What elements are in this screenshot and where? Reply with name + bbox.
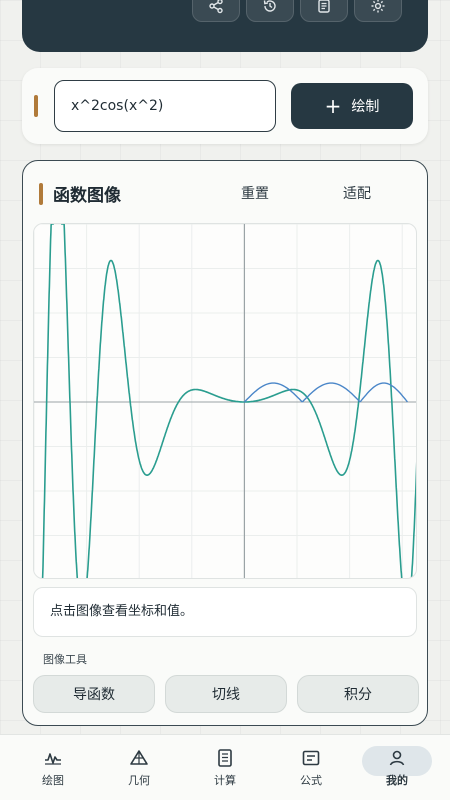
graph-card: 函数图像 重置 适配 点击图像查看坐标和值。 图像工具 导函数 切线 积分 — [22, 160, 428, 726]
list-icon — [218, 748, 232, 767]
nav-item-profile[interactable]: 我的 — [358, 740, 436, 796]
reset-button[interactable]: 重置 — [241, 183, 269, 203]
derivative-button[interactable]: 导函数 — [33, 675, 155, 713]
graph-tools: 导函数 切线 积分 — [33, 675, 419, 713]
nav-label: 绘图 — [42, 773, 64, 787]
settings-icon — [371, 0, 385, 13]
share-icon — [209, 0, 223, 14]
triangle-icon — [130, 749, 148, 765]
nav-item-formula[interactable]: 公式 — [272, 740, 350, 796]
bottom-navigation: 绘图 几何 计算 公式 我的 — [0, 734, 450, 800]
history-button[interactable] — [246, 0, 294, 22]
wave-icon — [45, 752, 61, 765]
nav-item-plot[interactable]: 绘图 — [14, 740, 92, 796]
function-plot[interactable] — [34, 224, 417, 579]
plus-icon: + — [324, 94, 342, 118]
function-input-card: + 绘制 — [22, 68, 428, 144]
history-icon — [263, 0, 276, 12]
integral-button[interactable]: 积分 — [297, 675, 419, 713]
secondary-curve — [359, 382, 409, 403]
accent-bar — [39, 183, 43, 205]
plot-button[interactable]: + 绘制 — [291, 83, 413, 129]
function-input[interactable] — [54, 80, 276, 132]
nav-label: 计算 — [214, 773, 236, 787]
secondary-curve — [301, 382, 361, 403]
tangent-button[interactable]: 切线 — [165, 675, 287, 713]
graph-title: 函数图像 — [53, 186, 121, 206]
plot-button-label: 绘制 — [351, 99, 380, 115]
formula-icon — [302, 750, 320, 765]
plot-area[interactable] — [33, 223, 417, 579]
document-icon — [318, 0, 330, 13]
nav-label: 公式 — [300, 773, 322, 787]
secondary-curve — [243, 382, 303, 403]
accent-bar — [34, 95, 38, 117]
nav-label: 我的 — [386, 773, 408, 787]
header-tools — [192, 0, 402, 22]
document-button[interactable] — [300, 0, 348, 22]
top-header — [22, 0, 428, 52]
nav-item-geometry[interactable]: 几何 — [100, 740, 178, 796]
share-button[interactable] — [192, 0, 240, 22]
coordinate-info: 点击图像查看坐标和值。 — [33, 587, 417, 637]
graph-tools-label: 图像工具 — [43, 653, 87, 666]
nav-item-calculate[interactable]: 计算 — [186, 740, 264, 796]
nav-label: 几何 — [128, 773, 150, 787]
user-icon — [389, 750, 405, 765]
settings-button[interactable] — [354, 0, 402, 22]
fit-button[interactable]: 适配 — [343, 183, 371, 203]
